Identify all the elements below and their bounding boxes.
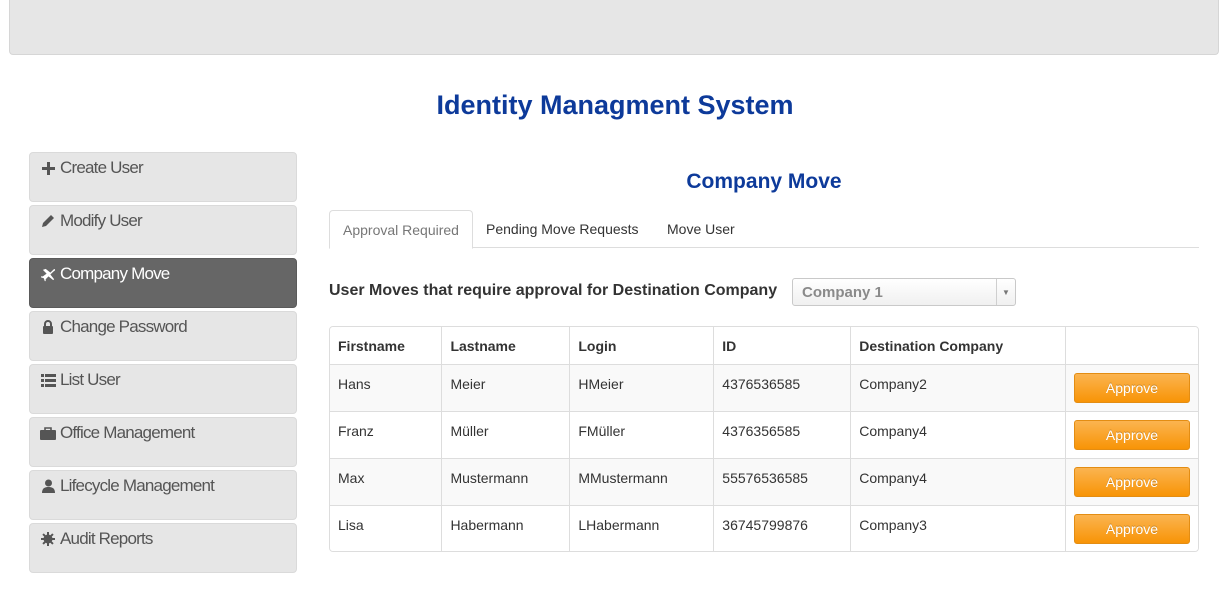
- cell-destination-company: Company2: [850, 363, 1066, 411]
- cell-id: 4376536585: [713, 363, 851, 411]
- cell-lastname: Müller: [441, 410, 570, 458]
- cell-lastname: Habermann: [441, 504, 570, 551]
- sidebar-item-office-management[interactable]: Office Management: [29, 417, 297, 467]
- sidebar: Create User Modify User Company Move Cha…: [29, 152, 297, 576]
- column-header[interactable]: Destination Company: [850, 327, 1066, 364]
- app-title: Identity Managment System: [436, 90, 794, 120]
- approve-button[interactable]: Approve: [1074, 419, 1190, 450]
- column-header[interactable]: Firstname: [330, 327, 442, 364]
- sidebar-item-label: Create User: [60, 158, 144, 177]
- sidebar-item-label: Change Password: [60, 317, 188, 336]
- sidebar-item-label: Lifecycle Management: [60, 476, 215, 495]
- cell-firstname: Hans: [330, 363, 442, 411]
- list-icon: [39, 371, 57, 389]
- section-title: Company Move: [686, 170, 842, 193]
- cell-destination-company: Company4: [850, 457, 1066, 505]
- cell-action: Approve: [1065, 457, 1198, 505]
- sidebar-item-label: Audit Reports: [60, 529, 153, 548]
- cell-login: HMeier: [569, 363, 714, 411]
- chevron-down-icon: ▼: [996, 279, 1015, 305]
- pencil-icon: [39, 212, 57, 230]
- column-header[interactable]: Lastname: [441, 327, 570, 364]
- sidebar-item-lifecycle-management[interactable]: Lifecycle Management: [29, 470, 297, 520]
- cell-action: Approve: [1065, 410, 1198, 458]
- cell-id: 55576536585: [713, 457, 851, 505]
- cell-lastname: Meier: [441, 363, 570, 411]
- top-navbar: [9, 0, 1219, 55]
- sidebar-item-change-password[interactable]: Change Password: [29, 311, 297, 361]
- cell-id: 4376356585: [713, 410, 851, 458]
- lock-icon: [39, 318, 57, 336]
- destination-company-select[interactable]: Company 1 ▼: [792, 278, 1016, 306]
- approve-button[interactable]: Approve: [1074, 372, 1190, 403]
- cell-login: LHabermann: [569, 504, 714, 551]
- table-header-row: Firstname Lastname Login ID Destination …: [330, 327, 1198, 364]
- sidebar-item-list-user[interactable]: List User: [29, 364, 297, 414]
- sidebar-item-label: Company Move: [60, 264, 170, 283]
- tab-pending-move-requests[interactable]: Pending Move Requests: [473, 210, 652, 248]
- approve-button[interactable]: Approve: [1074, 466, 1190, 497]
- cell-id: 36745799876: [713, 504, 851, 551]
- sidebar-item-label: List User: [60, 370, 121, 389]
- cell-action: Approve: [1065, 504, 1198, 551]
- table-row: Franz Müller FMüller 4376356585 Company4…: [330, 410, 1198, 458]
- user-icon: [39, 477, 57, 495]
- gear-icon: [39, 530, 57, 548]
- sidebar-item-audit-reports[interactable]: Audit Reports: [29, 523, 297, 573]
- plus-icon: [39, 159, 57, 177]
- table-row: Max Mustermann MMustermann 55576536585 C…: [330, 457, 1198, 505]
- approval-table: Firstname Lastname Login ID Destination …: [329, 326, 1199, 552]
- cell-firstname: Max: [330, 457, 442, 505]
- cell-destination-company: Company3: [850, 504, 1066, 551]
- table-row: Lisa Habermann LHabermann 36745799876 Co…: [330, 504, 1198, 551]
- cell-login: MMustermann: [569, 457, 714, 505]
- sidebar-item-modify-user[interactable]: Modify User: [29, 205, 297, 255]
- sidebar-item-company-move[interactable]: Company Move: [29, 258, 297, 308]
- sidebar-item-label: Office Management: [60, 423, 195, 442]
- cell-destination-company: Company4: [850, 410, 1066, 458]
- tab-approval-required[interactable]: Approval Required: [329, 210, 473, 249]
- column-header[interactable]: Login: [569, 327, 714, 364]
- plane-icon: [39, 265, 57, 283]
- table-row: Hans Meier HMeier 4376536585 Company2 Ap…: [330, 363, 1198, 411]
- tab-bar: Approval Required Pending Move Requests …: [329, 210, 1199, 249]
- tab-move-user[interactable]: Move User: [654, 210, 748, 248]
- column-header: [1065, 327, 1198, 364]
- sidebar-item-create-user[interactable]: Create User: [29, 152, 297, 202]
- approve-button[interactable]: Approve: [1074, 513, 1190, 544]
- sidebar-item-label: Modify User: [60, 211, 143, 230]
- cell-action: Approve: [1065, 363, 1198, 411]
- column-header[interactable]: ID: [713, 327, 851, 364]
- cell-firstname: Lisa: [330, 504, 442, 551]
- filter-label: User Moves that require approval for Des…: [329, 282, 778, 299]
- cell-login: FMüller: [569, 410, 714, 458]
- select-value: Company 1: [802, 284, 883, 301]
- briefcase-icon: [39, 424, 57, 442]
- cell-firstname: Franz: [330, 410, 442, 458]
- cell-lastname: Mustermann: [441, 457, 570, 505]
